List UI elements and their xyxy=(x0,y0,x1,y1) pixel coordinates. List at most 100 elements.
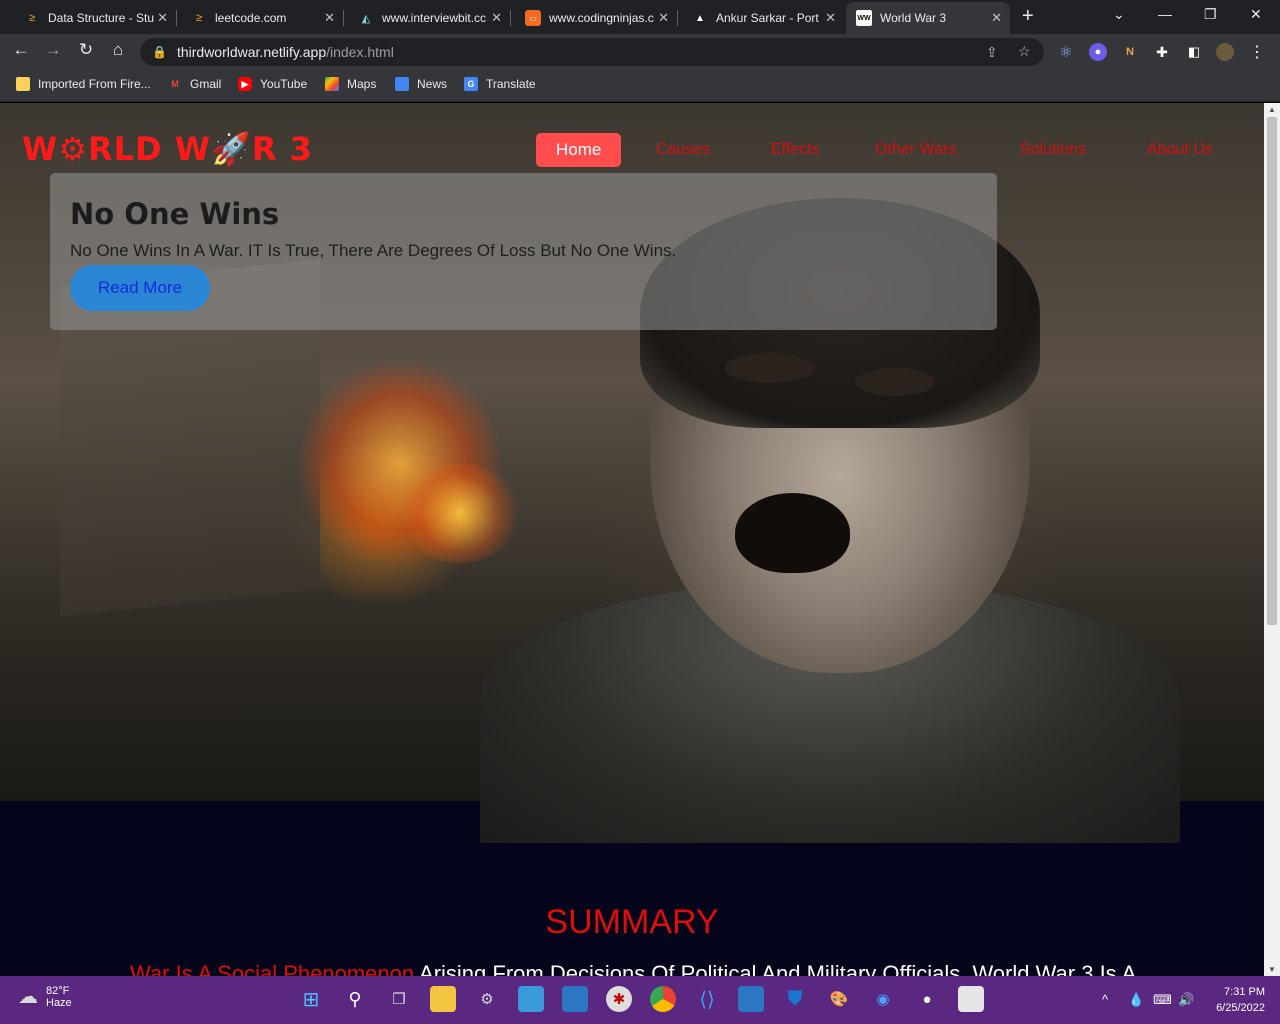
defender-shield-icon[interactable]: ⛊ xyxy=(782,986,808,1012)
notepad-icon[interactable] xyxy=(738,986,764,1012)
hero-card: No One Wins No One Wins In A War. IT Is … xyxy=(50,173,997,330)
file-explorer-icon[interactable] xyxy=(430,986,456,1012)
bookmark-label: News xyxy=(417,77,448,91)
close-icon[interactable]: ✕ xyxy=(491,10,502,26)
close-icon[interactable]: ✕ xyxy=(991,10,1002,26)
weather-condition: Haze xyxy=(46,996,72,1009)
windows-start-icon[interactable]: ⊞ xyxy=(298,986,324,1012)
child-mouth xyxy=(735,493,850,573)
close-icon[interactable]: ✕ xyxy=(658,10,669,26)
site-logo[interactable]: W⚙RLD W🚀R 3 xyxy=(22,130,313,168)
restore-button[interactable]: ❐ xyxy=(1204,6,1217,23)
address-host: thirdworldwar.netlify.app xyxy=(176,44,327,60)
vscode-icon[interactable]: ⟨⟩ xyxy=(694,986,720,1012)
new-tab-button[interactable]: + xyxy=(1022,5,1034,28)
share-icon[interactable]: ⇪ xyxy=(986,44,998,61)
gmail-icon: M xyxy=(171,79,179,89)
nav-effects[interactable]: Effects xyxy=(771,133,820,167)
close-icon[interactable]: ✕ xyxy=(324,10,335,26)
tab-leetcode[interactable]: ≥ leetcode.com ✕ xyxy=(181,2,343,34)
read-more-button[interactable]: Read More xyxy=(70,265,210,311)
notion-icon[interactable]: N xyxy=(1121,43,1139,61)
nav-about-us[interactable]: About Us xyxy=(1147,133,1213,167)
summary-body: Arising From Decisions Of Political And … xyxy=(414,961,1137,976)
tab-interviewbit[interactable]: ◭ www.interviewbit.cc ✕ xyxy=(348,2,510,34)
github-icon[interactable]: ● xyxy=(914,986,940,1012)
bookmark-label: Gmail xyxy=(190,77,222,91)
task-view-icon[interactable]: ❐ xyxy=(386,986,412,1012)
tab-divider xyxy=(343,10,344,26)
scrollbar-thumb[interactable] xyxy=(1267,117,1277,625)
network-icon[interactable]: ⌨ xyxy=(1153,992,1172,1008)
nav-causes[interactable]: Causes xyxy=(656,133,710,167)
chevron-up-icon[interactable]: ^ xyxy=(1102,992,1108,1007)
page-viewport: W⚙RLD W🚀R 3 Home Causes Effects Other Wa… xyxy=(0,103,1264,976)
weather-widget[interactable]: ☁ 82°F Haze xyxy=(18,984,72,1009)
bookmark-label: YouTube xyxy=(260,77,308,91)
nav-home[interactable]: Home xyxy=(536,133,622,167)
bookmark-translate[interactable]: G Translate xyxy=(464,77,536,91)
address-bar[interactable]: 🔒 thirdworldwar.netlify.app/index.html ⇪… xyxy=(140,38,1044,66)
puzzle-icon[interactable]: ✚ xyxy=(1153,43,1171,61)
coding-icon: ≥ xyxy=(28,12,36,24)
ww-icon: WW xyxy=(856,10,872,26)
bookmark-youtube[interactable]: ▶ YouTube xyxy=(238,77,307,91)
child-eye xyxy=(855,368,935,396)
close-icon[interactable]: ✕ xyxy=(825,10,836,26)
leetcode-icon: ≥ xyxy=(195,12,203,24)
brave-like-icon[interactable]: ✱ xyxy=(606,986,632,1012)
reload-icon[interactable]: ↻ xyxy=(74,40,98,60)
tab-world-war-3[interactable]: WW World War 3 ✕ xyxy=(846,2,1010,34)
bookmark-star-icon[interactable]: ☆ xyxy=(1018,43,1031,60)
snipping-tool-icon[interactable] xyxy=(958,986,984,1012)
home-icon[interactable]: ⌂ xyxy=(106,40,130,60)
translate-icon: G xyxy=(464,77,478,91)
bookmark-news[interactable]: News xyxy=(395,77,447,91)
summary-heading: SUMMARY xyxy=(545,903,719,941)
avatar[interactable] xyxy=(1216,43,1234,61)
minimize-button[interactable]: — xyxy=(1158,6,1172,22)
scroll-up-arrow-icon[interactable]: ▲ xyxy=(1268,105,1276,114)
tab-codingninjas[interactable]: ▭ www.codingninjas.c ✕ xyxy=(515,2,677,34)
menu-icon[interactable]: ⋮ xyxy=(1248,43,1266,61)
browser-toolbar: ← → ↻ ⌂ 🔒 thirdworldwar.netlify.app/inde… xyxy=(0,34,1280,70)
nav-other-wars[interactable]: Other Wars xyxy=(875,133,956,167)
forward-icon[interactable]: → xyxy=(41,40,65,60)
tab-portfolio[interactable]: ▲ Ankur Sarkar - Port ✕ xyxy=(682,2,844,34)
volume-icon[interactable]: 🔊 xyxy=(1178,992,1194,1008)
bookmark-label: Imported From Fire... xyxy=(38,77,151,91)
tab-title: World War 3 xyxy=(880,11,947,25)
scroll-down-arrow-icon[interactable]: ▼ xyxy=(1268,965,1276,974)
control-panel-icon[interactable] xyxy=(518,986,544,1012)
triangle-icon: ▲ xyxy=(695,12,705,24)
react-devtools-icon[interactable]: ⚛ xyxy=(1057,43,1075,61)
tab-divider xyxy=(510,10,511,26)
bookmark-imported[interactable]: Imported From Fire... xyxy=(16,77,151,91)
paint-icon[interactable]: 🎨 xyxy=(826,986,852,1012)
edge-icon[interactable]: ◉ xyxy=(870,986,896,1012)
clock-date: 6/25/2022 xyxy=(1216,1002,1265,1014)
lock-icon[interactable]: 🔒 xyxy=(152,45,167,59)
page-scrollbar[interactable]: ▲ ▼ xyxy=(1264,103,1280,976)
sidebar-icon[interactable]: ◧ xyxy=(1185,43,1203,61)
close-window-button[interactable]: ✕ xyxy=(1250,6,1262,23)
extension-icon[interactable]: ● xyxy=(1089,43,1107,61)
task-manager-icon[interactable] xyxy=(562,986,588,1012)
tab-title: Ankur Sarkar - Port xyxy=(716,11,819,25)
clock[interactable]: 7:31 PM 6/25/2022 xyxy=(1205,984,1265,1016)
back-icon[interactable]: ← xyxy=(9,40,33,60)
chrome-icon[interactable] xyxy=(650,986,676,1012)
bookmark-gmail[interactable]: M Gmail xyxy=(168,77,221,91)
search-icon[interactable]: ⚲ xyxy=(342,986,368,1012)
folder-icon xyxy=(16,77,30,91)
tab-search-icon[interactable]: ⌄ xyxy=(1113,6,1125,23)
tab-data-structure[interactable]: ≥ Data Structure - Stu ✕ xyxy=(14,2,176,34)
bookmark-maps[interactable]: Maps xyxy=(325,77,376,91)
tab-divider xyxy=(176,10,177,26)
close-icon[interactable]: ✕ xyxy=(157,10,168,26)
settings-gear-icon[interactable]: ⚙ xyxy=(474,986,500,1012)
nav-solutions[interactable]: Solutions xyxy=(1020,133,1086,167)
dropbox-icon[interactable]: 💧 xyxy=(1128,992,1144,1008)
taskbar: ☁ 82°F Haze ⊞ ⚲ ❐ ⚙ ✱ ⟨⟩ ⛊ 🎨 ◉ ● ^ 💧 ⌨ 🔊… xyxy=(0,976,1280,1024)
child-eye xyxy=(725,353,815,383)
